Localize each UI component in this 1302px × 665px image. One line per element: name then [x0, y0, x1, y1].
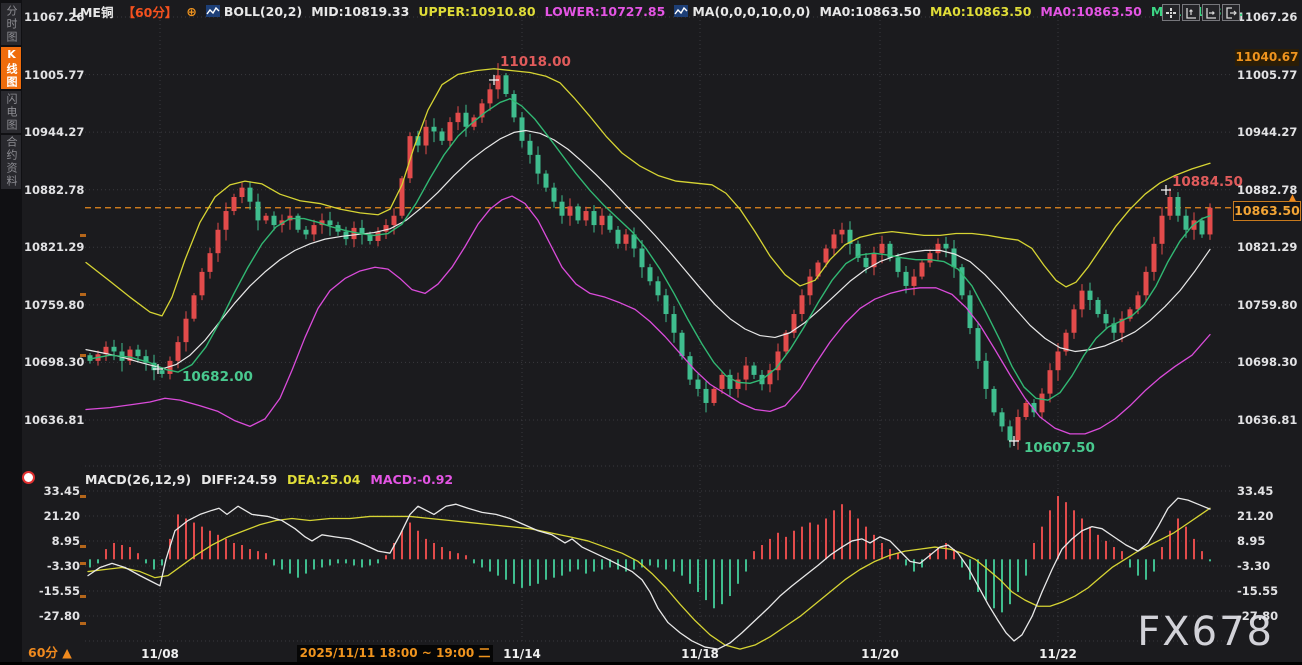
axis-tick-macd-right-1: 21.20	[1237, 509, 1299, 523]
pan-icon	[1165, 7, 1177, 19]
svg-text:10884.50: 10884.50	[1172, 174, 1243, 190]
boll-indicator-icon[interactable]	[206, 5, 220, 17]
axis-tick-macd-right-5: -27.80	[1237, 609, 1299, 623]
svg-text:10607.50: 10607.50	[1024, 440, 1095, 456]
axis-tick-macd-right-0: 33.45	[1237, 484, 1299, 498]
date-tick-2: 11/18	[681, 647, 719, 661]
boll-upper-value: UPPER:10910.80	[418, 4, 535, 19]
pan-move-button[interactable]	[1162, 4, 1180, 21]
boll-lower-value: LOWER:10727.85	[545, 4, 666, 19]
macd-label: MACD(26,12,9)	[85, 472, 191, 487]
macd-dea-value: DEA:25.04	[287, 472, 360, 487]
y-axis-zoom-icon	[1185, 7, 1197, 19]
axis-tick-price-left-3: 10882.78	[24, 183, 80, 197]
boll-label: BOLL(20,2)	[224, 4, 302, 19]
date-tick-0: 11/08	[141, 647, 179, 661]
current-price-badge: 10863.50	[1233, 201, 1301, 221]
exit-button[interactable]	[1222, 4, 1240, 21]
svg-text:10682.00: 10682.00	[182, 369, 253, 385]
axis-tick-price-right-1: 11005.77	[1237, 68, 1299, 82]
axis-tick-price-left-6: 10698.30	[24, 355, 80, 369]
price-up-arrow-icon: ▲	[1289, 193, 1296, 203]
chart-window: 11018.00 10682.00 10607.50 10884.50 分时图 K线图…	[0, 0, 1302, 665]
macd-diff-value: DIFF:24.59	[201, 472, 277, 487]
sidebar-tab-time-chart[interactable]: 分时图	[1, 3, 21, 45]
axis-tick-price-right-6: 10698.30	[1237, 355, 1299, 369]
exit-icon	[1225, 7, 1237, 19]
sidebar-tab-lightning-chart[interactable]: 闪电图	[1, 91, 21, 133]
link-icon[interactable]: ⊕	[186, 4, 196, 19]
date-tick-3: 11/20	[861, 647, 899, 661]
axis-tick-macd-left-2: 8.95	[24, 534, 80, 548]
axis-tick-macd-left-1: 21.20	[24, 509, 80, 523]
axis-tick-macd-left-0: 33.45	[24, 484, 80, 498]
axis-tick-price-left-2: 10944.27	[24, 125, 80, 139]
axis-tick-macd-right-3: -3.30	[1237, 559, 1299, 573]
axis-tick-macd-right-2: 8.95	[1237, 534, 1299, 548]
axis-tick-price-right-4: 10821.29	[1237, 240, 1299, 254]
axis-tick-price-left-7: 10636.81	[24, 413, 80, 427]
axis-tick-price-left-1: 11005.77	[24, 68, 80, 82]
axis-tick-macd-left-3: -3.30	[24, 559, 80, 573]
ma-value-1: MA0:10863.50	[930, 4, 1031, 19]
x-axis-zoom-icon	[1205, 7, 1217, 19]
indicator-header: LME铜 【60分】 ⊕ BOLL(20,2) MID:10819.33 UPP…	[22, 0, 1242, 22]
current-bar-session: 2025/11/11 18:00 ~ 19:00 二	[297, 645, 493, 662]
date-tick-4: 11/22	[1039, 647, 1077, 661]
axis-tick-price-right-0: 11067.26	[1237, 10, 1299, 24]
axis-tick-macd-left-4: -15.55	[24, 584, 80, 598]
sidebar: 分时图 K线图 闪电图 合约资料	[0, 0, 22, 665]
ma-label: MA(0,0,0,10,0,0)	[692, 4, 810, 19]
macd-header: MACD(26,12,9) DIFF:24.59 DEA:25.04 MACD:…	[85, 470, 463, 488]
axis-tick-price-right-5: 10759.80	[1237, 298, 1299, 312]
x-axis-zoom-button[interactable]	[1202, 4, 1220, 21]
axis-tick-macd-left-5: -27.80	[24, 609, 80, 623]
axis-tick-price-right-7: 10636.81	[1237, 413, 1299, 427]
sidebar-tab-contract-info[interactable]: 合约资料	[1, 135, 21, 189]
axis-tick-price-right-2: 10944.27	[1237, 125, 1299, 139]
candlestick-chart[interactable]: 11018.00 10682.00 10607.50 10884.50	[0, 0, 1302, 665]
symbol-name: LME铜	[72, 2, 113, 21]
macd-macd-value: MACD:-0.92	[370, 472, 453, 487]
ma-value-2: MA0:10863.50	[1040, 4, 1141, 19]
sidebar-tab-kline-chart[interactable]: K线图	[1, 47, 21, 89]
alert-price-badge: 11040.67	[1235, 49, 1299, 66]
boll-mid-value: MID:10819.33	[311, 4, 409, 19]
chart-toolbar	[1162, 4, 1240, 21]
period-label[interactable]: 【60分】	[122, 2, 177, 21]
svg-text:11018.00: 11018.00	[500, 54, 571, 70]
ma-value-0: MA0:10863.50	[820, 4, 921, 19]
y-axis-zoom-button[interactable]	[1182, 4, 1200, 21]
indicator-dot-icon[interactable]	[22, 471, 35, 484]
axis-tick-macd-right-4: -15.55	[1237, 584, 1299, 598]
date-tick-1: 11/14	[503, 647, 541, 661]
axis-tick-price-left-4: 10821.29	[24, 240, 80, 254]
axis-tick-price-left-5: 10759.80	[24, 298, 80, 312]
ma-indicator-icon[interactable]	[674, 5, 688, 17]
period-indicator[interactable]: 60分 ▲	[28, 642, 72, 661]
